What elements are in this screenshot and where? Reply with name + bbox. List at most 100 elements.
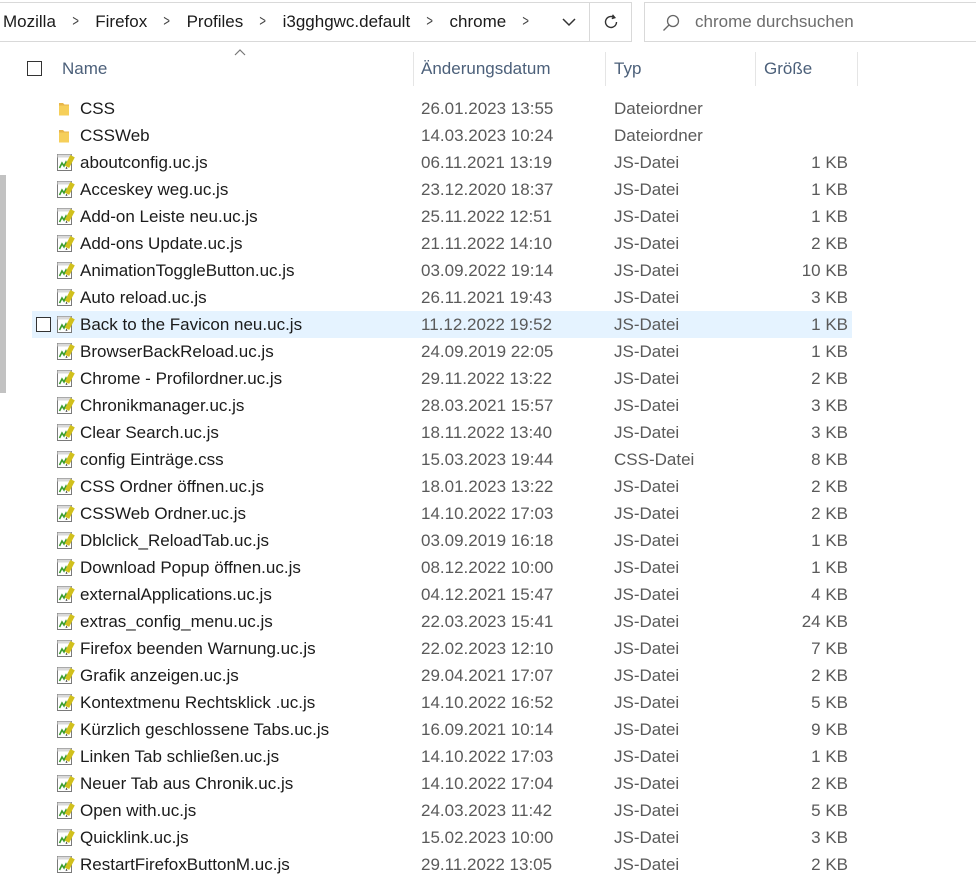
file-date: 22.02.2023 12:10 [421,639,554,658]
file-size: 2 KB [811,666,848,685]
file-row[interactable]: Neuer Tab aus Chronik.uc.js 14.10.2022 17… [32,770,852,797]
scrollbar-thumb[interactable] [0,175,6,393]
file-row[interactable]: AnimationToggleButton.uc.js 03.09.2022 19… [32,257,852,284]
file-name: CSS Ordner öffnen.uc.js [80,477,264,496]
file-size: 5 KB [811,693,848,712]
file-size: 5 KB [811,801,848,820]
file-name: CSS [80,99,115,118]
column-header-size[interactable]: Größe [756,52,858,86]
file-row[interactable]: CSS Ordner öffnen.uc.js 18.01.2023 13:22 J… [32,473,852,500]
file-date: 23.12.2020 18:37 [421,180,554,199]
address-bar[interactable]: Mozilla > Firefox > Profiles > i3gghgwc.… [0,2,632,42]
file-row[interactable]: Back to the Favicon neu.uc.js 11.12.2022 … [32,311,852,338]
file-date: 22.03.2023 15:41 [421,612,554,631]
breadcrumb-item-firefox[interactable]: Firefox [91,12,151,32]
file-name: Neuer Tab aus Chronik.uc.js [80,774,294,793]
file-date: 29.11.2022 13:22 [421,369,553,388]
file-type: JS-Datei [614,342,680,361]
file-name: externalApplications.uc.js [80,585,272,604]
file-row[interactable]: CSSWeb Ordner.uc.js 14.10.2022 17:03 JS-Da… [32,500,852,527]
file-name: Chronikmanager.uc.js [80,396,245,415]
file-size: 1 KB [811,207,848,226]
file-type: JS-Datei [614,423,680,442]
file-size: 1 KB [811,558,848,577]
file-type: JS-Datei [614,261,680,280]
navigation-pane-scrollbar[interactable] [0,55,8,395]
file-row[interactable]: aboutconfig.uc.js 06.11.2021 13:19 JS-Date… [32,149,852,176]
breadcrumb-item-profile[interactable]: i3gghgwc.default [279,12,415,32]
file-name: AnimationToggleButton.uc.js [80,261,295,280]
row-checkbox[interactable] [36,317,51,332]
script-file-icon [55,558,75,577]
file-type: JS-Datei [614,477,680,496]
file-row[interactable]: Open with.uc.js 24.03.2023 11:42 JS-Datei 5… [32,797,852,824]
script-file-icon [55,855,75,874]
select-all-checkbox[interactable] [27,61,42,76]
file-name: Add-ons Update.uc.js [80,234,243,253]
file-row[interactable]: Kontextmenu Rechtsklick .uc.js 14.10.2022… [32,689,852,716]
breadcrumb-item-chrome[interactable]: chrome [446,12,511,32]
file-row[interactable]: BrowserBackReload.uc.js 24.09.2019 22:05 J… [32,338,852,365]
file-row[interactable]: Add-ons Update.uc.js 21.11.2022 14:10 JS-D… [32,230,852,257]
file-row[interactable]: Chrome - Profilordner.uc.js 29.11.2022 13… [32,365,852,392]
file-type: JS-Datei [614,585,680,604]
breadcrumb-chevron-icon[interactable]: > [419,13,441,31]
file-name: Auto reload.uc.js [80,288,207,307]
search-input[interactable] [695,3,965,41]
script-file-icon [55,774,75,793]
file-name: Download Popup öffnen.uc.js [80,558,301,577]
refresh-button[interactable] [589,3,631,41]
file-type: CSS-Datei [614,450,695,469]
file-date: 21.11.2022 14:10 [421,234,553,253]
file-row[interactable]: Grafik anzeigen.uc.js 29.04.2021 17:07 JS-… [32,662,852,689]
file-type: JS-Datei [614,612,680,631]
file-row[interactable]: CSS 26.01.2023 13:55 Dateiordner [32,95,852,122]
file-row[interactable]: Chronikmanager.uc.js 28.03.2021 15:57 JS-D… [32,392,852,419]
script-file-icon [55,531,75,550]
breadcrumb-chevron-icon[interactable]: > [515,13,537,31]
file-name: config Einträge.css [80,450,224,469]
file-row[interactable]: Auto reload.uc.js 26.11.2021 19:43 JS-Date… [32,284,852,311]
file-type: JS-Datei [614,801,680,820]
file-row[interactable]: Dblclick_ReloadTab.uc.js 03.09.2019 16:18… [32,527,852,554]
file-name: Grafik anzeigen.uc.js [80,666,239,685]
script-file-icon [55,207,75,226]
file-type: JS-Datei [614,693,680,712]
search-box[interactable] [644,2,976,42]
script-file-icon [55,450,75,469]
file-row[interactable]: Add-on Leiste neu.uc.js 25.11.2022 12:51 J… [32,203,852,230]
file-row[interactable]: config Einträge.css 15.03.2023 19:44 CSS-D… [32,446,852,473]
breadcrumb-chevron-icon[interactable]: > [156,13,178,31]
script-file-icon [55,369,75,388]
file-date: 28.03.2021 15:57 [421,396,554,415]
folder-icon [55,126,75,145]
script-file-icon [55,288,75,307]
search-icon [663,14,680,31]
column-header-date[interactable]: Änderungsdatum [413,52,606,86]
file-type: JS-Datei [614,369,680,388]
file-row[interactable]: RestartFirefoxButtonM.uc.js 29.11.2022 13… [32,851,852,878]
breadcrumb-item-mozilla[interactable]: Mozilla [0,12,60,32]
file-row[interactable]: extras_config_menu.uc.js 22.03.2023 15:41… [32,608,852,635]
file-row[interactable]: Firefox beenden Warnung.uc.js 22.02.2023 … [32,635,852,662]
breadcrumb-chevron-icon[interactable]: > [65,13,87,31]
file-size: 3 KB [811,396,848,415]
file-row[interactable]: externalApplications.uc.js 04.12.2021 15:… [32,581,852,608]
breadcrumb-item-profiles[interactable]: Profiles [183,12,248,32]
file-row[interactable]: Kürzlich geschlossene Tabs.uc.js 16.09.20… [32,716,852,743]
file-explorer-window: Mozilla > Firefox > Profiles > i3gghgwc.… [0,0,976,890]
file-size: 24 KB [801,612,848,631]
file-name: CSSWeb Ordner.uc.js [80,504,246,523]
file-row[interactable]: Download Popup öffnen.uc.js 08.12.2022 10… [32,554,852,581]
address-history-button[interactable] [551,3,587,41]
breadcrumb-chevron-icon[interactable]: > [252,13,274,31]
file-row[interactable]: CSSWeb 14.03.2023 10:24 Dateiordner [32,122,852,149]
file-date: 03.09.2022 19:14 [421,261,554,280]
file-row[interactable]: Acceskey weg.uc.js 23.12.2020 18:37 JS-Dat… [32,176,852,203]
file-row[interactable]: Clear Search.uc.js 18.11.2022 13:40 JS-Dat… [32,419,852,446]
file-row[interactable]: Quicklink.uc.js 15.02.2023 10:00 JS-Datei 3… [32,824,852,851]
column-header-name[interactable]: Name [54,52,414,86]
column-header-type[interactable]: Typ [606,52,756,86]
file-row[interactable]: Linken Tab schließen.uc.js 14.10.2022 17:… [32,743,852,770]
file-date: 14.10.2022 17:04 [421,774,554,793]
